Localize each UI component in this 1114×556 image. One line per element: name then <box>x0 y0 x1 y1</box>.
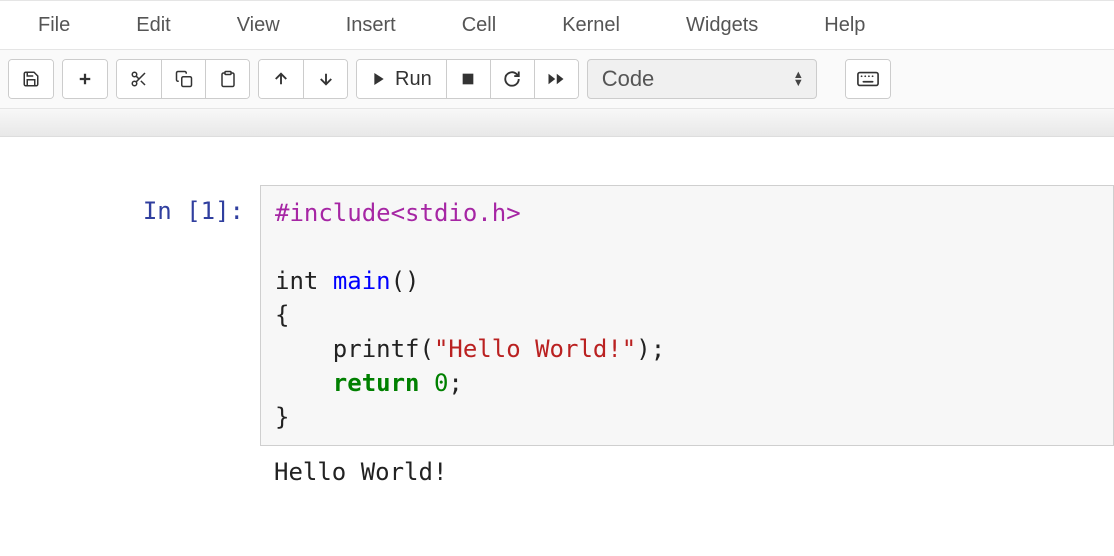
add-cell-button[interactable] <box>63 60 107 98</box>
code-input[interactable]: #include<stdio.h> int main() { printf("H… <box>260 185 1114 446</box>
menu-cell[interactable]: Cell <box>444 6 514 45</box>
arrow-down-icon <box>317 70 335 88</box>
move-down-button[interactable] <box>303 60 347 98</box>
code-cell-row: In [1]: #include<stdio.h> int main() { p… <box>0 185 1114 446</box>
cell-type-select[interactable]: Code ▲▼ <box>587 59 817 99</box>
command-palette-button[interactable] <box>846 60 890 98</box>
play-icon <box>371 71 387 87</box>
output-row: Hello World! <box>0 446 1114 486</box>
output-prompt-spacer <box>0 446 260 458</box>
menu-help[interactable]: Help <box>806 6 883 45</box>
run-label: Run <box>395 68 432 91</box>
run-button[interactable]: Run <box>357 60 446 98</box>
keyboard-icon <box>857 71 879 87</box>
arrow-up-icon <box>272 70 290 88</box>
menu-kernel[interactable]: Kernel <box>544 6 638 45</box>
move-up-button[interactable] <box>259 60 303 98</box>
plus-icon <box>76 70 94 88</box>
notebook-container: In [1]: #include<stdio.h> int main() { p… <box>0 137 1114 486</box>
header-separator <box>0 109 1114 137</box>
interrupt-button[interactable] <box>446 60 490 98</box>
menu-file[interactable]: File <box>20 6 88 45</box>
paste-icon <box>219 70 237 88</box>
select-arrows-icon: ▲▼ <box>793 71 804 87</box>
copy-button[interactable] <box>161 60 205 98</box>
menu-view[interactable]: View <box>219 6 298 45</box>
menu-widgets[interactable]: Widgets <box>668 6 776 45</box>
scissors-icon <box>130 70 148 88</box>
restart-icon <box>503 70 521 88</box>
restart-run-all-button[interactable] <box>534 60 578 98</box>
toolbar: Run Code ▲▼ <box>0 50 1114 109</box>
restart-button[interactable] <box>490 60 534 98</box>
menu-bar: File Edit View Insert Cell Kernel Widget… <box>0 0 1114 50</box>
cell-type-value: Code <box>602 66 655 92</box>
menu-edit[interactable]: Edit <box>118 6 188 45</box>
menu-insert[interactable]: Insert <box>328 6 414 45</box>
copy-icon <box>175 70 193 88</box>
save-icon <box>22 70 40 88</box>
save-button[interactable] <box>9 60 53 98</box>
stop-icon <box>460 71 476 87</box>
input-prompt: In [1]: <box>0 185 260 225</box>
cell-output: Hello World! <box>260 446 1114 486</box>
fast-forward-icon <box>547 70 565 88</box>
cut-button[interactable] <box>117 60 161 98</box>
paste-button[interactable] <box>205 60 249 98</box>
